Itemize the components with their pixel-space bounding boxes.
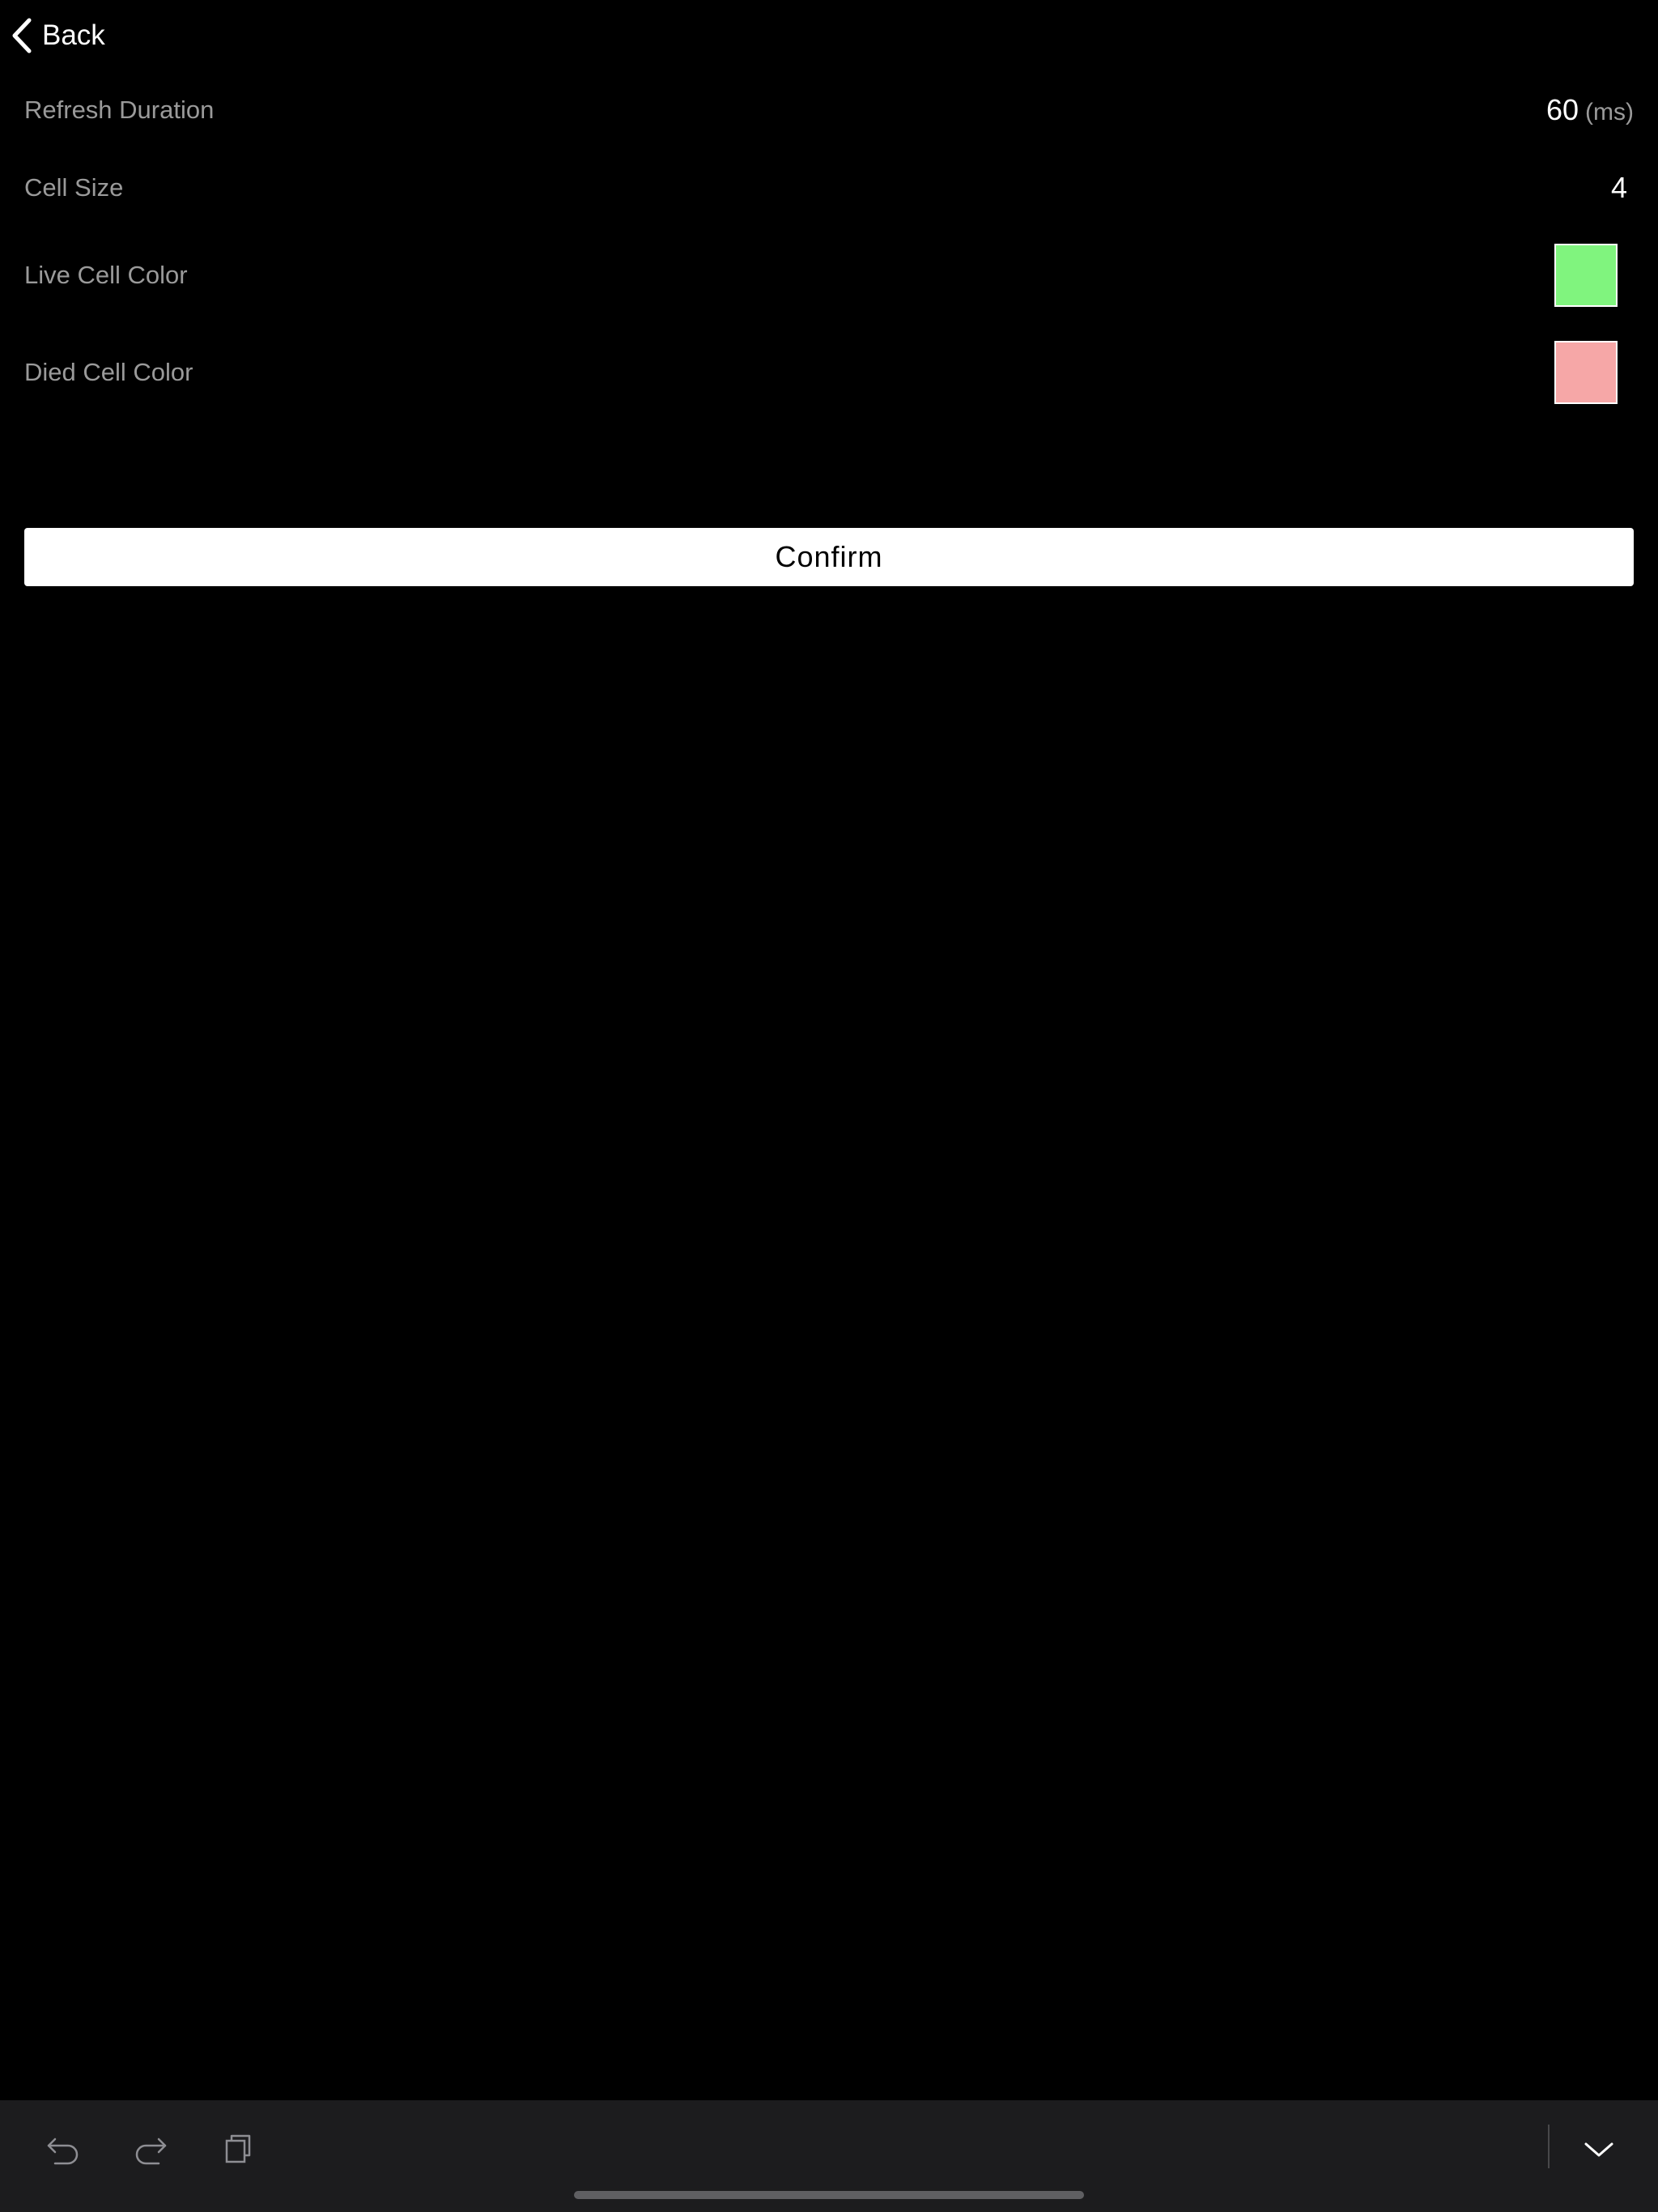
cell-size-row: Cell Size 4 xyxy=(24,165,1634,211)
refresh-duration-field[interactable]: 60 (ms) xyxy=(1546,93,1634,127)
home-indicator xyxy=(574,2191,1084,2199)
died-cell-color-label: Died Cell Color xyxy=(24,358,193,386)
back-button[interactable]: Back xyxy=(11,15,105,57)
keyboard-dismiss-icon xyxy=(1584,2142,1613,2157)
cell-size-label: Cell Size xyxy=(24,173,124,202)
cell-size-field[interactable]: 4 xyxy=(1611,171,1627,205)
redo-icon xyxy=(135,2138,167,2165)
refresh-duration-label: Refresh Duration xyxy=(24,96,215,124)
toolbar-divider xyxy=(1548,2125,1550,2168)
undo-button[interactable] xyxy=(39,2125,87,2173)
undo-icon xyxy=(47,2138,79,2165)
back-label: Back xyxy=(42,19,105,51)
refresh-duration-row: Refresh Duration 60 (ms) xyxy=(24,87,1634,133)
paste-icon xyxy=(225,2134,251,2163)
died-cell-color-swatch[interactable] xyxy=(1554,341,1618,404)
paste-button[interactable] xyxy=(214,2125,262,2173)
dismiss-keyboard-button[interactable] xyxy=(1575,2125,1623,2173)
died-cell-color-row: Died Cell Color xyxy=(24,340,1634,405)
refresh-duration-unit: (ms) xyxy=(1585,99,1634,125)
refresh-duration-value[interactable]: 60 xyxy=(1546,93,1579,127)
redo-button[interactable] xyxy=(126,2125,175,2173)
live-cell-color-swatch[interactable] xyxy=(1554,244,1618,307)
live-cell-color-row: Live Cell Color xyxy=(24,243,1634,308)
chevron-left-icon xyxy=(12,18,32,53)
confirm-button[interactable]: Confirm xyxy=(24,528,1634,586)
confirm-label: Confirm xyxy=(775,540,883,573)
live-cell-color-label: Live Cell Color xyxy=(24,261,188,289)
